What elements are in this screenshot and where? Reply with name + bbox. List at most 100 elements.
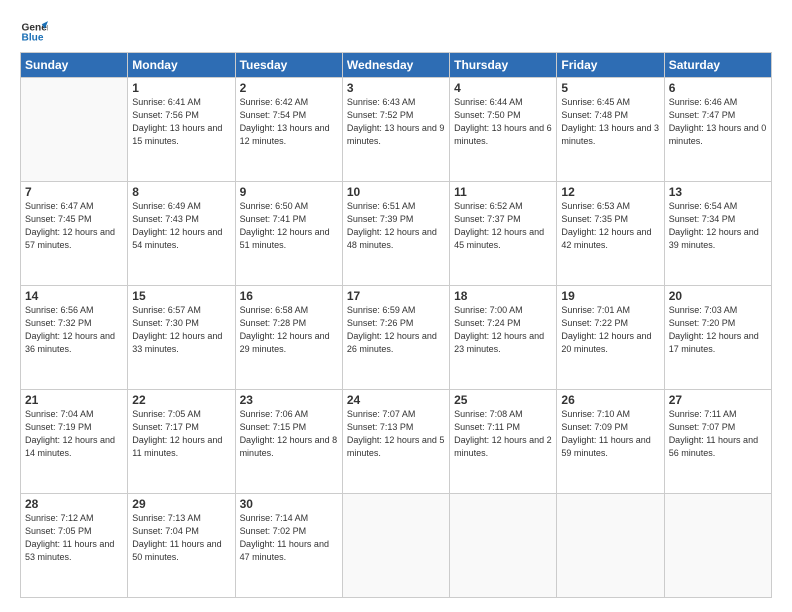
calendar-cell: 21Sunrise: 7:04 AM Sunset: 7:19 PM Dayli… <box>21 390 128 494</box>
calendar-cell: 23Sunrise: 7:06 AM Sunset: 7:15 PM Dayli… <box>235 390 342 494</box>
day-info: Sunrise: 7:14 AM Sunset: 7:02 PM Dayligh… <box>240 512 338 564</box>
calendar-cell: 3Sunrise: 6:43 AM Sunset: 7:52 PM Daylig… <box>342 78 449 182</box>
calendar-cell: 7Sunrise: 6:47 AM Sunset: 7:45 PM Daylig… <box>21 182 128 286</box>
day-number: 10 <box>347 185 445 199</box>
calendar-week-4: 21Sunrise: 7:04 AM Sunset: 7:19 PM Dayli… <box>21 390 772 494</box>
day-number: 23 <box>240 393 338 407</box>
calendar-cell: 25Sunrise: 7:08 AM Sunset: 7:11 PM Dayli… <box>450 390 557 494</box>
day-info: Sunrise: 6:54 AM Sunset: 7:34 PM Dayligh… <box>669 200 767 252</box>
calendar-cell <box>342 494 449 598</box>
day-number: 3 <box>347 81 445 95</box>
calendar-cell: 11Sunrise: 6:52 AM Sunset: 7:37 PM Dayli… <box>450 182 557 286</box>
calendar-cell: 14Sunrise: 6:56 AM Sunset: 7:32 PM Dayli… <box>21 286 128 390</box>
day-info: Sunrise: 7:01 AM Sunset: 7:22 PM Dayligh… <box>561 304 659 356</box>
day-number: 25 <box>454 393 552 407</box>
calendar-cell: 4Sunrise: 6:44 AM Sunset: 7:50 PM Daylig… <box>450 78 557 182</box>
day-info: Sunrise: 6:41 AM Sunset: 7:56 PM Dayligh… <box>132 96 230 148</box>
day-number: 28 <box>25 497 123 511</box>
day-number: 30 <box>240 497 338 511</box>
day-info: Sunrise: 7:07 AM Sunset: 7:13 PM Dayligh… <box>347 408 445 460</box>
calendar-cell: 27Sunrise: 7:11 AM Sunset: 7:07 PM Dayli… <box>664 390 771 494</box>
calendar-cell: 15Sunrise: 6:57 AM Sunset: 7:30 PM Dayli… <box>128 286 235 390</box>
weekday-header-friday: Friday <box>557 53 664 78</box>
day-info: Sunrise: 7:03 AM Sunset: 7:20 PM Dayligh… <box>669 304 767 356</box>
day-number: 12 <box>561 185 659 199</box>
day-info: Sunrise: 7:06 AM Sunset: 7:15 PM Dayligh… <box>240 408 338 460</box>
calendar-cell: 9Sunrise: 6:50 AM Sunset: 7:41 PM Daylig… <box>235 182 342 286</box>
day-number: 21 <box>25 393 123 407</box>
day-number: 27 <box>669 393 767 407</box>
day-number: 24 <box>347 393 445 407</box>
day-number: 29 <box>132 497 230 511</box>
weekday-header-wednesday: Wednesday <box>342 53 449 78</box>
calendar-cell: 29Sunrise: 7:13 AM Sunset: 7:04 PM Dayli… <box>128 494 235 598</box>
day-number: 16 <box>240 289 338 303</box>
day-info: Sunrise: 6:49 AM Sunset: 7:43 PM Dayligh… <box>132 200 230 252</box>
calendar-cell: 13Sunrise: 6:54 AM Sunset: 7:34 PM Dayli… <box>664 182 771 286</box>
day-number: 26 <box>561 393 659 407</box>
day-info: Sunrise: 6:43 AM Sunset: 7:52 PM Dayligh… <box>347 96 445 148</box>
calendar-cell: 28Sunrise: 7:12 AM Sunset: 7:05 PM Dayli… <box>21 494 128 598</box>
calendar-cell: 1Sunrise: 6:41 AM Sunset: 7:56 PM Daylig… <box>128 78 235 182</box>
day-number: 8 <box>132 185 230 199</box>
calendar-cell <box>664 494 771 598</box>
day-info: Sunrise: 6:58 AM Sunset: 7:28 PM Dayligh… <box>240 304 338 356</box>
day-info: Sunrise: 6:57 AM Sunset: 7:30 PM Dayligh… <box>132 304 230 356</box>
calendar-cell: 22Sunrise: 7:05 AM Sunset: 7:17 PM Dayli… <box>128 390 235 494</box>
day-number: 13 <box>669 185 767 199</box>
day-info: Sunrise: 7:05 AM Sunset: 7:17 PM Dayligh… <box>132 408 230 460</box>
day-number: 14 <box>25 289 123 303</box>
day-number: 6 <box>669 81 767 95</box>
day-number: 2 <box>240 81 338 95</box>
day-info: Sunrise: 6:50 AM Sunset: 7:41 PM Dayligh… <box>240 200 338 252</box>
day-info: Sunrise: 6:51 AM Sunset: 7:39 PM Dayligh… <box>347 200 445 252</box>
calendar-cell: 6Sunrise: 6:46 AM Sunset: 7:47 PM Daylig… <box>664 78 771 182</box>
day-info: Sunrise: 6:44 AM Sunset: 7:50 PM Dayligh… <box>454 96 552 148</box>
day-info: Sunrise: 7:13 AM Sunset: 7:04 PM Dayligh… <box>132 512 230 564</box>
day-info: Sunrise: 6:47 AM Sunset: 7:45 PM Dayligh… <box>25 200 123 252</box>
day-number: 17 <box>347 289 445 303</box>
calendar-header-row: SundayMondayTuesdayWednesdayThursdayFrid… <box>21 53 772 78</box>
calendar-week-3: 14Sunrise: 6:56 AM Sunset: 7:32 PM Dayli… <box>21 286 772 390</box>
day-info: Sunrise: 6:53 AM Sunset: 7:35 PM Dayligh… <box>561 200 659 252</box>
day-number: 20 <box>669 289 767 303</box>
day-info: Sunrise: 6:42 AM Sunset: 7:54 PM Dayligh… <box>240 96 338 148</box>
day-number: 18 <box>454 289 552 303</box>
day-number: 22 <box>132 393 230 407</box>
calendar-cell: 20Sunrise: 7:03 AM Sunset: 7:20 PM Dayli… <box>664 286 771 390</box>
day-info: Sunrise: 6:52 AM Sunset: 7:37 PM Dayligh… <box>454 200 552 252</box>
calendar-cell: 16Sunrise: 6:58 AM Sunset: 7:28 PM Dayli… <box>235 286 342 390</box>
calendar-cell: 5Sunrise: 6:45 AM Sunset: 7:48 PM Daylig… <box>557 78 664 182</box>
calendar-cell: 8Sunrise: 6:49 AM Sunset: 7:43 PM Daylig… <box>128 182 235 286</box>
day-info: Sunrise: 7:11 AM Sunset: 7:07 PM Dayligh… <box>669 408 767 460</box>
day-info: Sunrise: 7:12 AM Sunset: 7:05 PM Dayligh… <box>25 512 123 564</box>
weekday-header-tuesday: Tuesday <box>235 53 342 78</box>
day-number: 11 <box>454 185 552 199</box>
calendar-cell <box>557 494 664 598</box>
calendar-week-1: 1Sunrise: 6:41 AM Sunset: 7:56 PM Daylig… <box>21 78 772 182</box>
calendar-cell: 2Sunrise: 6:42 AM Sunset: 7:54 PM Daylig… <box>235 78 342 182</box>
weekday-header-saturday: Saturday <box>664 53 771 78</box>
day-number: 4 <box>454 81 552 95</box>
calendar-cell: 24Sunrise: 7:07 AM Sunset: 7:13 PM Dayli… <box>342 390 449 494</box>
day-number: 19 <box>561 289 659 303</box>
day-info: Sunrise: 6:56 AM Sunset: 7:32 PM Dayligh… <box>25 304 123 356</box>
calendar-table: SundayMondayTuesdayWednesdayThursdayFrid… <box>20 52 772 598</box>
calendar-cell: 12Sunrise: 6:53 AM Sunset: 7:35 PM Dayli… <box>557 182 664 286</box>
svg-text:Blue: Blue <box>22 33 44 44</box>
logo: General Blue <box>20 18 48 46</box>
calendar-cell: 26Sunrise: 7:10 AM Sunset: 7:09 PM Dayli… <box>557 390 664 494</box>
weekday-header-sunday: Sunday <box>21 53 128 78</box>
day-info: Sunrise: 7:08 AM Sunset: 7:11 PM Dayligh… <box>454 408 552 460</box>
day-number: 9 <box>240 185 338 199</box>
calendar-cell: 10Sunrise: 6:51 AM Sunset: 7:39 PM Dayli… <box>342 182 449 286</box>
page-header: General Blue <box>20 18 772 46</box>
calendar-cell: 19Sunrise: 7:01 AM Sunset: 7:22 PM Dayli… <box>557 286 664 390</box>
day-number: 1 <box>132 81 230 95</box>
day-number: 15 <box>132 289 230 303</box>
weekday-header-thursday: Thursday <box>450 53 557 78</box>
calendar-week-5: 28Sunrise: 7:12 AM Sunset: 7:05 PM Dayli… <box>21 494 772 598</box>
calendar-cell: 17Sunrise: 6:59 AM Sunset: 7:26 PM Dayli… <box>342 286 449 390</box>
logo-icon: General Blue <box>20 18 48 46</box>
calendar-cell: 18Sunrise: 7:00 AM Sunset: 7:24 PM Dayli… <box>450 286 557 390</box>
